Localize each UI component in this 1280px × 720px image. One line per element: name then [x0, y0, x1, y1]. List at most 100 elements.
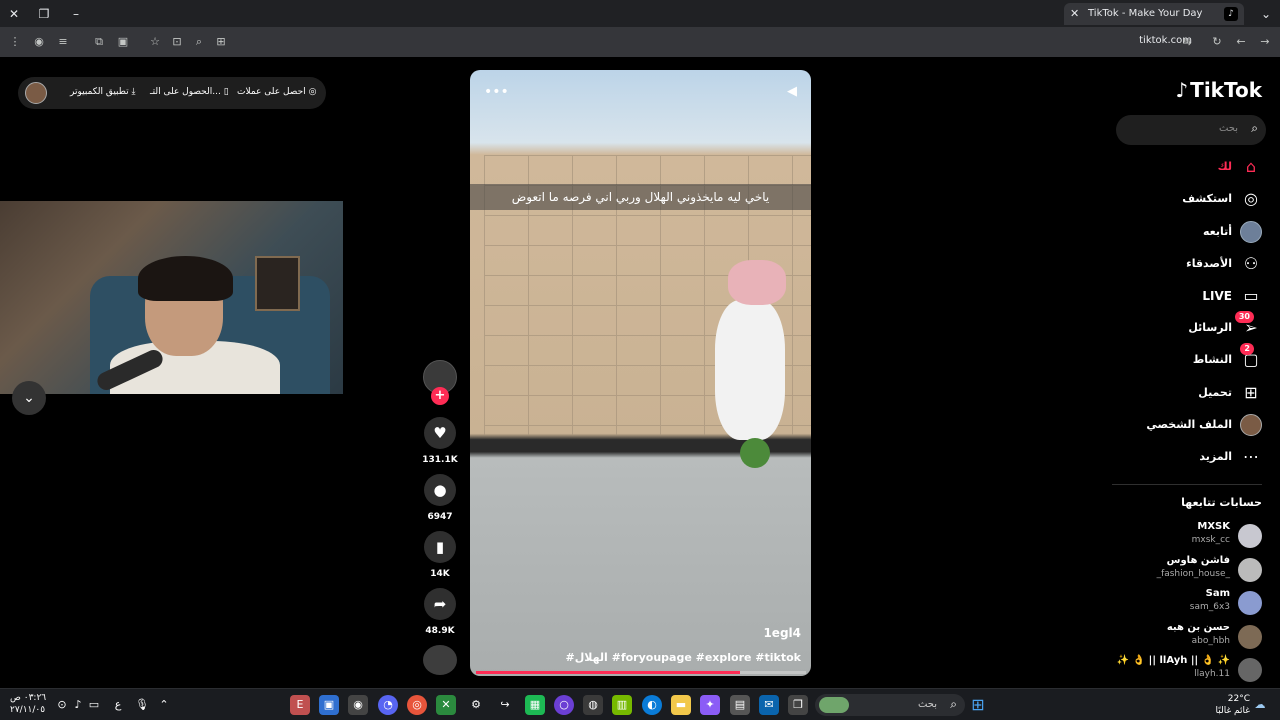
user-avatar[interactable]: [25, 82, 47, 104]
app-purple-icon[interactable]: ○: [554, 695, 574, 715]
menu-icon[interactable]: ⋮: [6, 33, 24, 51]
nav-profile[interactable]: الملف الشخصي: [1102, 414, 1262, 436]
epic-games-icon[interactable]: E: [290, 695, 310, 715]
music-disc-avatar[interactable]: [423, 645, 457, 675]
more-options-icon[interactable]: •••: [484, 84, 509, 100]
media-icon[interactable]: ≡: [54, 33, 72, 51]
windows-start-icon[interactable]: ⊞: [968, 695, 988, 715]
video-ball: [740, 438, 770, 468]
network-icon[interactable]: ▭: [84, 695, 104, 715]
search-input[interactable]: بحث ⌕: [1116, 115, 1266, 145]
screenshot-icon[interactable]: ⊡: [168, 33, 186, 51]
followed-account[interactable]: فاشن هاوس _fashion_house_: [1082, 555, 1262, 585]
account-avatar: [1238, 591, 1262, 615]
minimize-window-icon[interactable]: –: [66, 4, 86, 24]
chevron-down-icon[interactable]: ⌄: [12, 381, 46, 415]
nvidia-icon[interactable]: ▥: [612, 695, 632, 715]
tray-chevron-icon[interactable]: ⌃: [154, 695, 174, 715]
reload-icon[interactable]: ↻: [1208, 33, 1226, 51]
extensions-icon[interactable]: ⧉: [90, 33, 108, 51]
bookmark-icon[interactable]: ▮: [424, 531, 456, 563]
followed-account[interactable]: ✨ 👌 || llAyh || 👌 ✨ llayh.11: [1082, 655, 1262, 685]
video-player[interactable]: ياخي ليه مايخذوني الهلال وربي اني فرصه م…: [470, 70, 811, 676]
search-icon[interactable]: ⌕: [1251, 121, 1258, 136]
tiktok-favicon-icon: ♪: [1224, 7, 1238, 21]
followed-account[interactable]: حسن بن هبه abo_hbh: [1082, 622, 1262, 652]
comment-icon[interactable]: ●: [424, 474, 456, 506]
account-name: MXSK: [1197, 521, 1230, 532]
tab-close-icon[interactable]: ✕: [1070, 7, 1079, 20]
video-progress-fill: [476, 671, 740, 674]
edge-icon[interactable]: ◐: [642, 695, 662, 715]
nav-for-you[interactable]: لك ⌂: [1102, 156, 1262, 178]
account-handle: sam_6x3: [1189, 602, 1230, 612]
obs-icon[interactable]: ◉: [348, 695, 368, 715]
get-app-link[interactable]: الحصول على التـ... ▯: [150, 87, 229, 97]
browser-tab[interactable]: ✕ TikTok - Make Your Day ♪: [1064, 3, 1244, 25]
tiktok-logo[interactable]: ♪ TikTok: [1175, 78, 1262, 102]
profile-icon[interactable]: ◉: [30, 33, 48, 51]
translate-icon[interactable]: ▣: [114, 33, 132, 51]
install-app-icon[interactable]: ⊞: [212, 33, 230, 51]
desktop-app-label: تطبيق الكمبيوتر: [70, 87, 129, 97]
tab-search-icon[interactable]: ⌄: [1256, 4, 1276, 24]
bookmark-star-icon[interactable]: ☆: [146, 33, 164, 51]
video-hashtags[interactable]: #الهلال #foryoupage #explore #tiktok: [566, 651, 802, 664]
xbox-icon[interactable]: ✕: [436, 695, 456, 715]
nav-upload[interactable]: تحميل ⊞: [1102, 382, 1262, 404]
restore-window-icon[interactable]: ❐: [34, 4, 54, 24]
taskbar-clock[interactable]: ٠٣:٢٦ ص ٢٧/١١/٠٥: [10, 692, 46, 716]
weather-widget[interactable]: 22°C غائم غالبًا: [1216, 693, 1250, 717]
taskbar-search-placeholder: بحث: [917, 699, 937, 710]
upload-icon: ⊞: [1244, 383, 1258, 402]
file-explorer-icon[interactable]: ▬: [671, 695, 691, 715]
chrome-icon[interactable]: ◍: [583, 695, 603, 715]
taskbar-search[interactable]: بحث ⌕: [815, 694, 965, 716]
mail-icon[interactable]: ✉: [759, 695, 779, 715]
comment-count: 6947: [427, 512, 453, 522]
volume-icon[interactable]: ◀: [787, 84, 797, 99]
back-icon[interactable]: ←: [1232, 33, 1250, 51]
nav-following[interactable]: أتابعه: [1102, 221, 1262, 243]
close-window-icon[interactable]: ✕: [4, 4, 24, 24]
arrow-app-icon[interactable]: ↪: [495, 695, 515, 715]
video-kid-body: [715, 300, 785, 440]
account-name: فاشن هاوس: [1166, 555, 1230, 566]
followed-account[interactable]: MXSK mxsk_cc: [1082, 521, 1262, 551]
android-icon[interactable]: ▦: [525, 695, 545, 715]
app-orange-icon[interactable]: ◎: [407, 695, 427, 715]
desktop-app-link[interactable]: تطبيق الكمبيوتر ⤓: [70, 87, 136, 97]
search-icon: ⌕: [950, 697, 957, 711]
account-avatar: [1238, 524, 1262, 548]
nav-activity[interactable]: النشاط ▢ 2: [1102, 343, 1262, 371]
task-view-icon[interactable]: ❐: [788, 695, 808, 715]
get-coins-label: احصل على عملات: [237, 87, 306, 97]
microphone-icon[interactable]: 🎙: [132, 695, 152, 715]
share-icon[interactable]: ➦: [424, 588, 456, 620]
top-actions-pill: تطبيق الكمبيوتر ⤓ الحصول على التـ... ▯ ا…: [18, 77, 326, 109]
nav-live[interactable]: LIVE ▭: [1102, 285, 1262, 307]
get-coins-link[interactable]: احصل على عملات ◎: [237, 87, 316, 97]
video-progress-bar[interactable]: [476, 671, 806, 674]
copilot-icon[interactable]: ✦: [700, 695, 720, 715]
nav-messages[interactable]: الرسائل ➢ 30: [1102, 311, 1262, 339]
site-settings-icon[interactable]: ⇆: [1178, 33, 1196, 51]
discord-icon[interactable]: ◔: [378, 695, 398, 715]
forward-icon[interactable]: →: [1256, 33, 1274, 51]
video-username[interactable]: 1egl4: [763, 626, 801, 640]
nav-friends[interactable]: الأصدقاء ⚇: [1102, 253, 1262, 275]
video-caption: ياخي ليه مايخذوني الهلال وربي اني فرصه م…: [470, 184, 811, 210]
zoom-icon[interactable]: ⌕: [190, 33, 208, 51]
followed-account[interactable]: Sam sam_6x3: [1082, 588, 1262, 618]
nav-label: الملف الشخصي: [1146, 418, 1232, 431]
app-window-icon[interactable]: ▣: [319, 695, 339, 715]
like-heart-icon[interactable]: ♥: [424, 417, 456, 449]
more-icon: ⋯: [1243, 447, 1259, 466]
nav-more[interactable]: المزيد ⋯: [1102, 446, 1262, 468]
follow-plus-icon[interactable]: +: [431, 387, 449, 405]
account-avatar: [1238, 558, 1262, 582]
language-indicator[interactable]: ع: [108, 695, 128, 715]
store-icon[interactable]: ▤: [730, 695, 750, 715]
nav-explore[interactable]: استكشف ◎: [1102, 188, 1262, 210]
gear-icon[interactable]: ⚙: [466, 695, 486, 715]
